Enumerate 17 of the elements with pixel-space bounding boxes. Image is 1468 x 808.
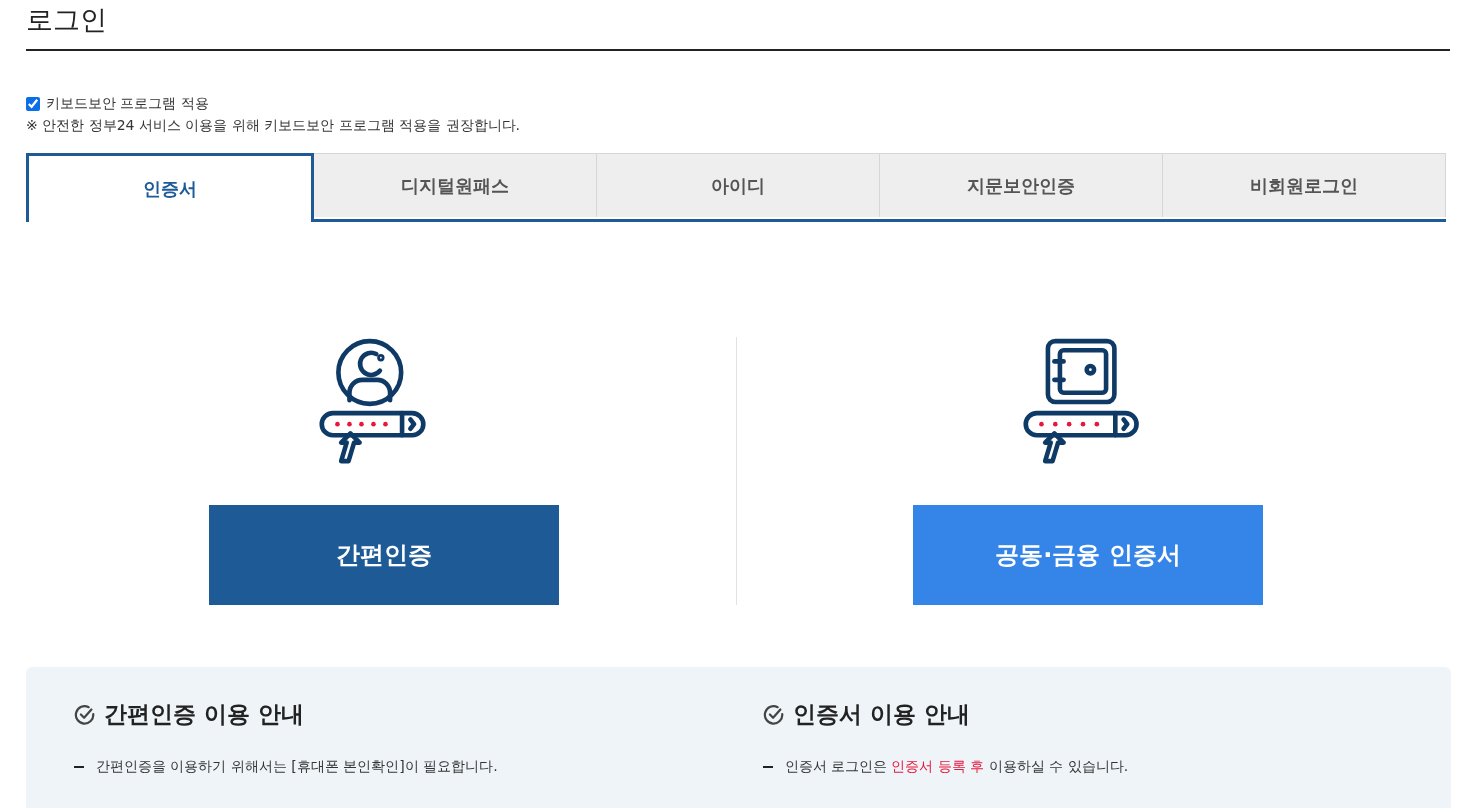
info-text: 인증서 로그인은 인증서 등록 후 이용하실 수 있습니다.	[784, 758, 1129, 776]
login-tab[interactable]: 디지털원패스	[314, 153, 597, 217]
info-text: 간편인증을 이용하기 위해서는 [휴대폰 본인확인]이 필요합니다.	[96, 758, 498, 776]
check-circle-icon	[74, 703, 96, 726]
notice-text: ※ 안전한 정부24 서비스 이용을 위해 키보드보안 프로그램 적용을 권장합니다.	[26, 117, 522, 135]
section-title: 간편인증 이용 안내	[104, 700, 304, 729]
login-tab[interactable]: 지문보안인증	[880, 153, 1163, 217]
login-tab[interactable]: 인증서	[26, 153, 314, 222]
login-tab[interactable]: 비회원로그인	[1163, 153, 1446, 217]
login-button[interactable]: 공동·금융 인증서	[913, 505, 1263, 605]
keyboard-security-checkbox[interactable]	[26, 97, 40, 111]
section-title: 인증서 이용 안내	[792, 700, 970, 729]
login-button[interactable]: 간편인증	[209, 505, 559, 605]
checkbox-label: 키보드보안 프로그램 적용	[46, 95, 209, 113]
page-title: 로그인	[26, 3, 108, 37]
check-circle-icon	[762, 703, 785, 726]
login-tab[interactable]: 아이디	[597, 153, 880, 217]
